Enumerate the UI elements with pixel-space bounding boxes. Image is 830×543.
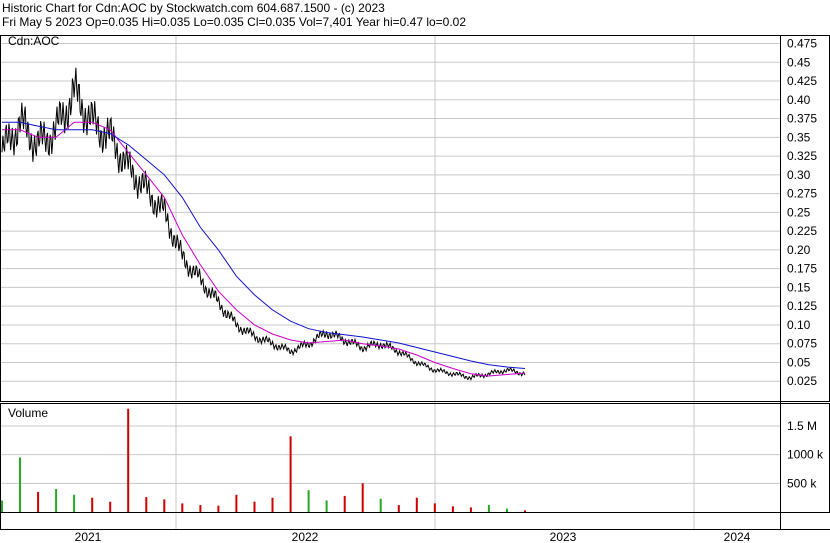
- price-tick-label: 0.35: [787, 130, 811, 144]
- price-tick-label: 0.30: [787, 168, 811, 182]
- axis-labels: 0.475 0.45 0.425 0.40 0.375 0.35 0.325 0.30 0.27…: [75, 37, 824, 543]
- volume-tick-label: 1.5 M: [787, 419, 817, 433]
- volume-bar: [163, 499, 166, 512]
- volume-bar: [55, 489, 58, 512]
- price-tick-label: 0.175: [787, 262, 817, 276]
- moving-average-slow: [2, 121, 526, 369]
- volume-bar: [181, 503, 184, 512]
- volume-tick-label: 500 k: [787, 476, 817, 490]
- price-tick-label: 0.15: [787, 280, 811, 294]
- price-tick-label: 0.40: [787, 93, 811, 107]
- volume-bar: [127, 408, 130, 512]
- volume-bar: [361, 483, 364, 512]
- volume-tick-label: 1000 k: [787, 448, 824, 462]
- grid-lines: [1, 36, 780, 529]
- volume-panel-title: Volume: [8, 406, 48, 420]
- volume-bar: [524, 510, 526, 512]
- price-tick-label: 0.475: [787, 37, 817, 51]
- volume-bar: [469, 507, 472, 512]
- volume-bar: [451, 506, 454, 512]
- volume-bar: [235, 494, 238, 512]
- price-tick-label: 0.425: [787, 74, 817, 88]
- price-tick-label: 0.05: [787, 355, 811, 369]
- volume-bar: [217, 505, 220, 512]
- volume-bar: [325, 500, 328, 512]
- year-tick-label: 2024: [724, 530, 751, 543]
- year-tick-label: 2022: [292, 530, 319, 543]
- price-tick-label: 0.20: [787, 243, 811, 257]
- volume-bar: [433, 503, 436, 512]
- price-tick-label: 0.375: [787, 112, 817, 126]
- volume-bar: [73, 494, 76, 512]
- year-tick-label: 2023: [550, 530, 577, 543]
- volume-bar: [307, 490, 310, 512]
- price-lines: [1, 67, 526, 381]
- year-tick-label: 2021: [75, 530, 102, 543]
- price-tick-label: 0.275: [787, 187, 817, 201]
- price-series-close: [1, 67, 526, 381]
- volume-bar: [1, 500, 3, 512]
- volume-bar: [289, 436, 292, 512]
- volume-bar: [253, 501, 256, 512]
- price-tick-label: 0.25: [787, 205, 811, 219]
- volume-bar: [199, 505, 202, 512]
- price-tick-label: 0.225: [787, 224, 817, 238]
- volume-bar: [145, 497, 148, 512]
- price-tick-label: 0.325: [787, 149, 817, 163]
- volume-bars: [1, 408, 526, 512]
- stock-chart: 0.475 0.45 0.425 0.40 0.375 0.35 0.325 0.30 0.27…: [0, 34, 830, 543]
- volume-bar: [379, 498, 382, 512]
- chart-frame: [0, 35, 830, 530]
- volume-bar: [19, 457, 21, 512]
- volume-bar: [37, 491, 40, 512]
- volume-bar: [397, 505, 400, 512]
- price-tick-label: 0.075: [787, 337, 817, 351]
- volume-bar: [91, 497, 94, 512]
- price-tick-label: 0.025: [787, 374, 817, 388]
- volume-bar: [487, 505, 490, 512]
- price-tick-label: 0.125: [787, 299, 817, 313]
- price-tick-label: 0.45: [787, 55, 811, 69]
- volume-bar: [109, 501, 112, 512]
- volume-bar: [271, 497, 274, 512]
- volume-bar: [415, 497, 418, 512]
- volume-bar: [343, 495, 346, 512]
- price-panel-symbol: Cdn:AOC: [8, 34, 60, 48]
- volume-panel-frame: [0, 403, 830, 513]
- volume-bar: [506, 508, 508, 512]
- price-tick-label: 0.10: [787, 318, 811, 332]
